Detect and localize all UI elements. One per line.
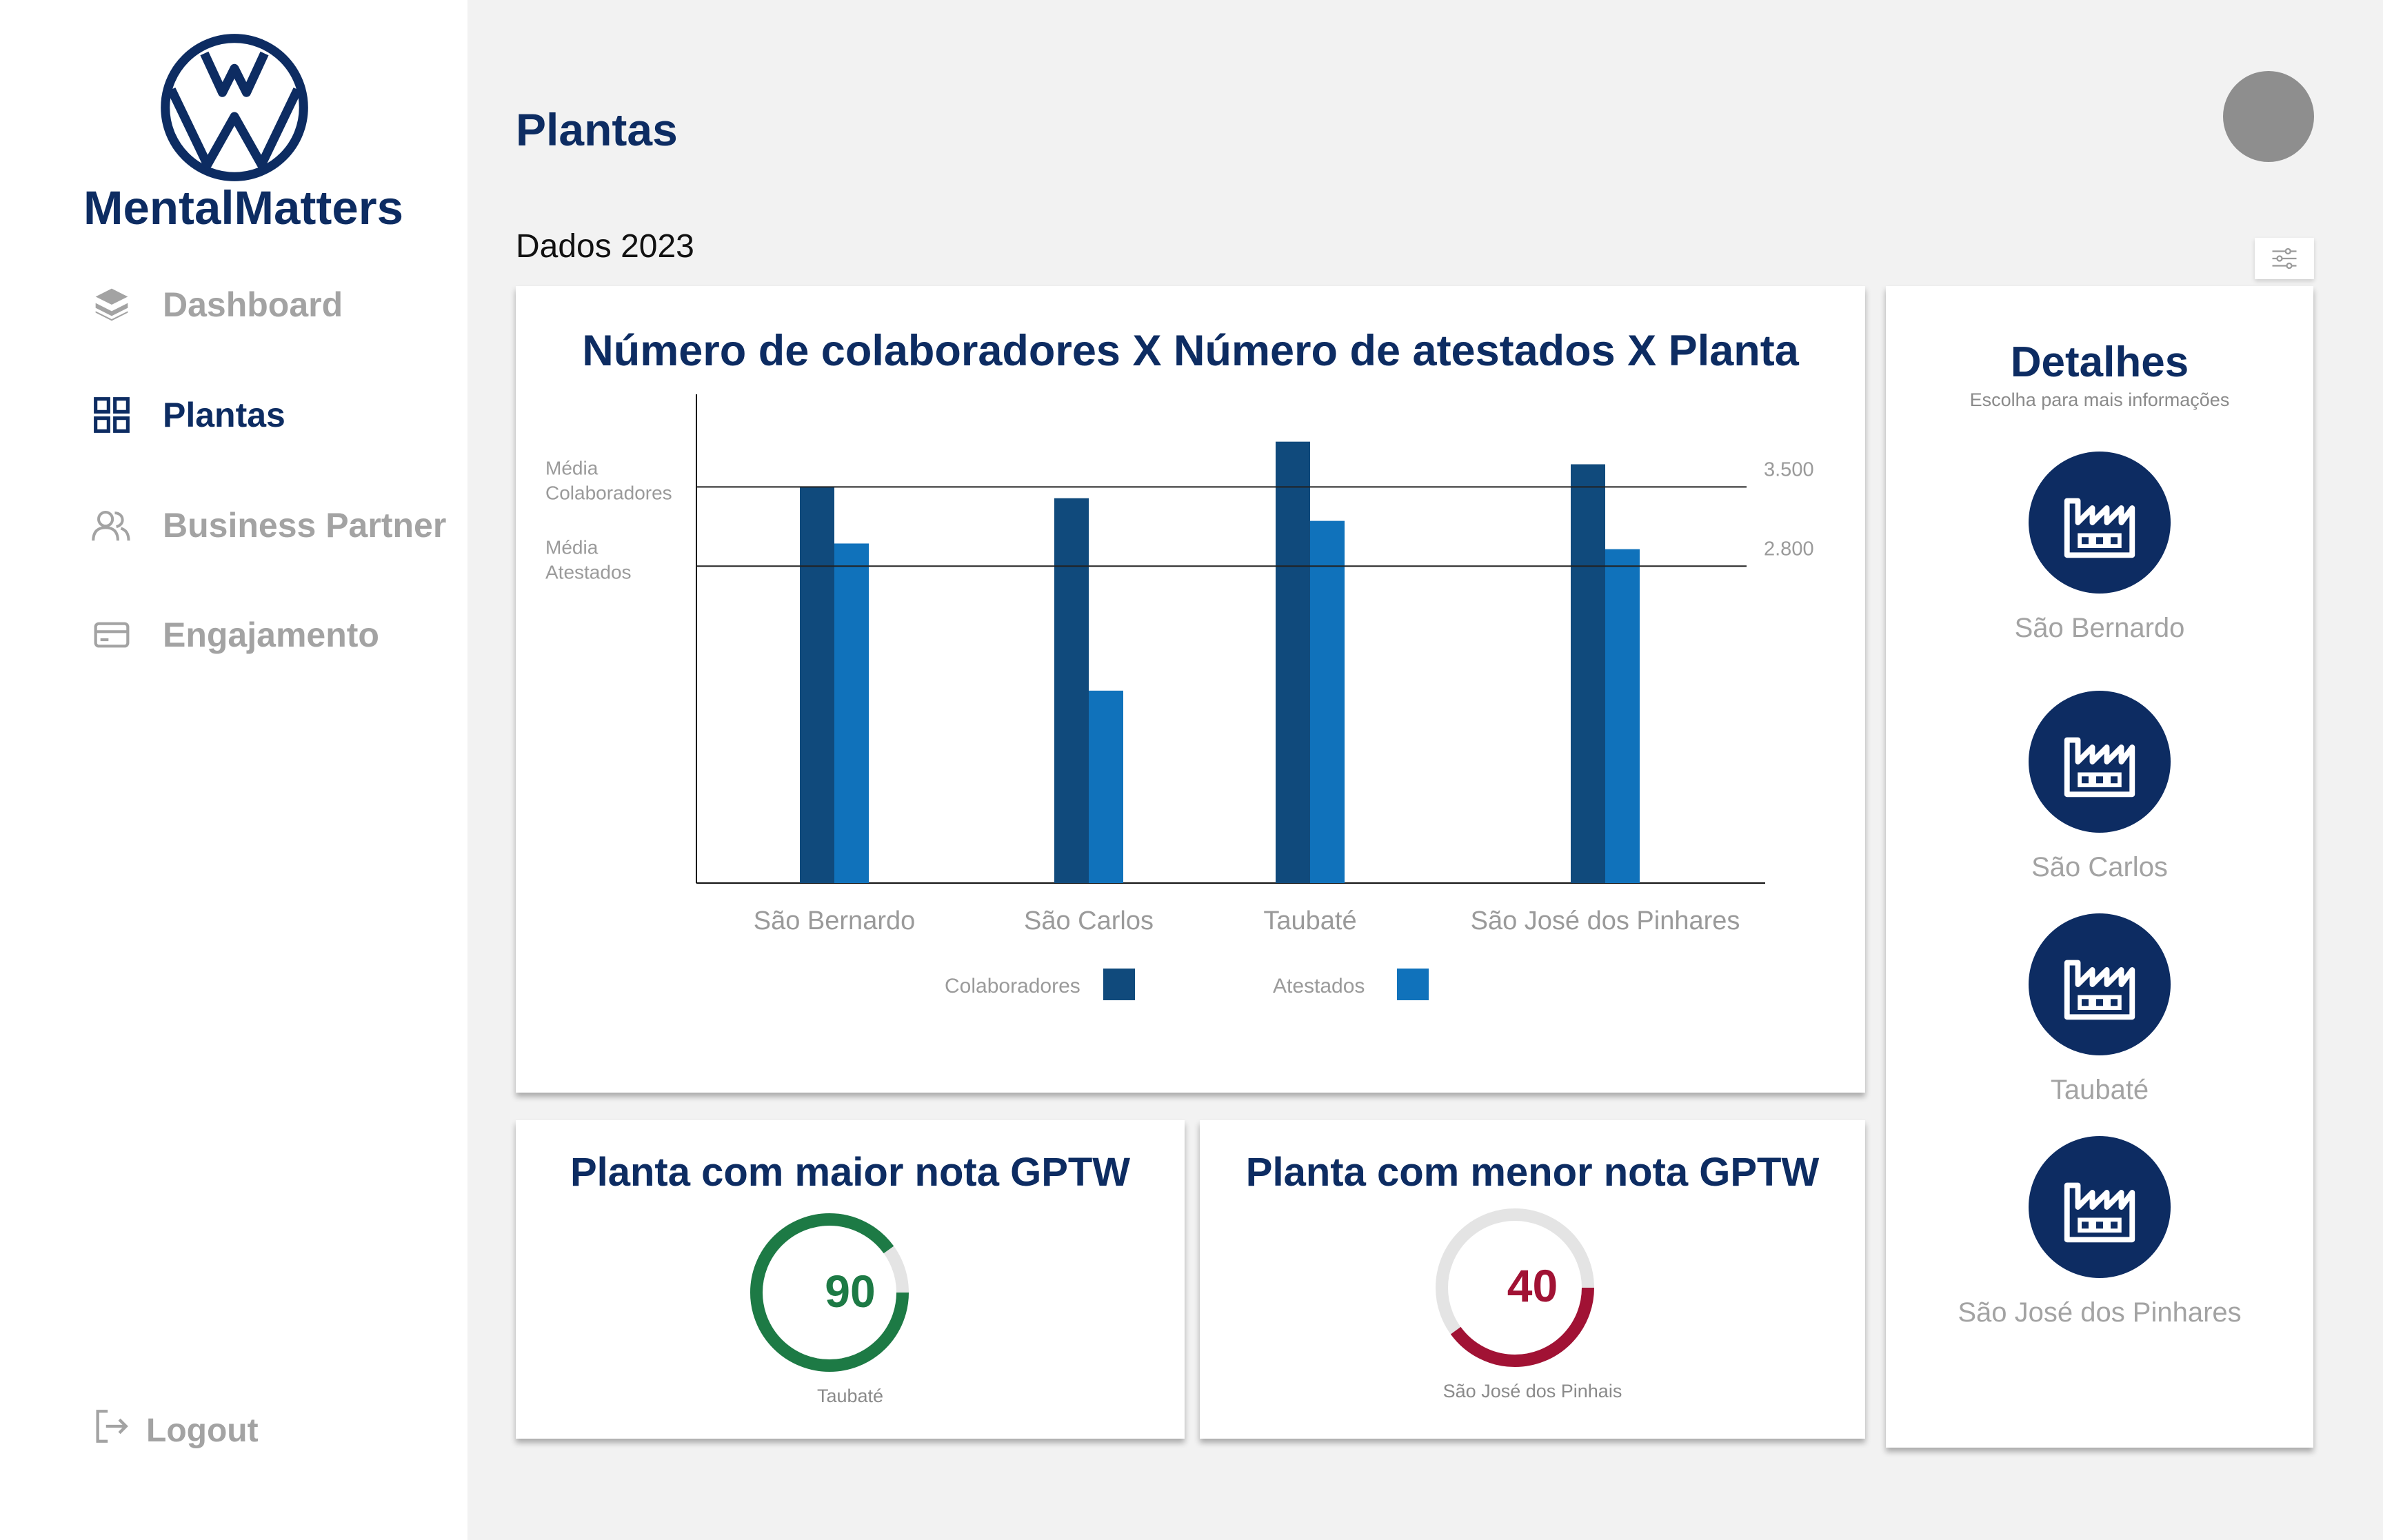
bar-atestados[interactable] (1605, 549, 1640, 883)
details-card: Detalhes Escolha para mais informações S… (1886, 286, 2313, 1448)
factory-icon (2029, 913, 2171, 1055)
factory-glyph (2064, 498, 2135, 558)
app-name: MentalMatters (83, 181, 403, 234)
bar-atestados[interactable] (1310, 520, 1345, 883)
sidebar-item-label: Business Partner (163, 506, 447, 545)
plant-name: Taubaté (2050, 1075, 2149, 1105)
filter-button[interactable] (2255, 238, 2314, 279)
gptw-best-card: Planta com maior nota GPTW 90 Taubaté (516, 1120, 1185, 1439)
gptw-worst-plant: São José dos Pinhais (1442, 1381, 1622, 1401)
bar-atestados[interactable] (1089, 690, 1123, 883)
gptw-best-value: 90 (825, 1266, 876, 1317)
card-icon (91, 614, 132, 656)
gptw-worst-card: Planta com menor nota GPTW 40 São José d… (1200, 1120, 1865, 1439)
x-tick-label: São Bernardo (754, 906, 916, 935)
details-title: Detalhes (2010, 338, 2189, 386)
reference-line-label: Atestados (545, 561, 632, 582)
avatar[interactable] (2223, 71, 2314, 162)
vw-logo[interactable] (159, 32, 310, 183)
reference-line-value: 3.500 (1764, 458, 1814, 480)
factory-glyph (2064, 737, 2135, 798)
reference-line-value: 2.800 (1764, 538, 1814, 560)
bar-colaboradores[interactable] (800, 487, 834, 883)
logout-button[interactable]: Logout (91, 1406, 259, 1455)
sidebar-item-dashboard[interactable]: Dashboard (91, 274, 343, 336)
sidebar-item-business-partner[interactable]: Business Partner (91, 494, 446, 556)
bar-colaboradores[interactable] (1276, 441, 1310, 883)
sidebar-item-engajamento[interactable]: Engajamento (91, 604, 379, 666)
gptw-best-plant: Taubaté (816, 1386, 884, 1406)
sidebar-item-plantas[interactable]: Plantas (91, 384, 285, 446)
x-tick-label: São Carlos (1024, 906, 1154, 935)
gptw-worst-value: 40 (1507, 1260, 1558, 1311)
x-tick-label: São José dos Pinhares (1471, 906, 1740, 935)
factory-icon (2029, 452, 2171, 594)
legend-swatch (1103, 969, 1135, 1000)
filter-sliders-icon (2272, 247, 2297, 270)
gptw-best-title: Planta com maior nota GPTW (570, 1150, 1131, 1195)
sidebar-item-label: Dashboard (163, 285, 343, 324)
page-title: Plantas (516, 104, 678, 155)
legend-label: Colaboradores (945, 975, 1080, 997)
factory-glyph (2064, 1182, 2135, 1243)
plant-name: São José dos Pinhares (1958, 1297, 2242, 1328)
logout-label: Logout (146, 1412, 259, 1449)
plant-name: São Bernardo (2014, 613, 2185, 643)
data-year-label: Dados 2023 (516, 228, 694, 265)
reference-line-label: Colaboradores (545, 482, 672, 503)
plant-name: São Carlos (2031, 852, 2168, 882)
bar-colaboradores[interactable] (1054, 498, 1089, 883)
layers-icon (91, 284, 132, 325)
x-tick-label: Taubaté (1263, 906, 1356, 935)
logout-icon (91, 1406, 131, 1455)
chart-card: Número de colaboradores X Número de ates… (516, 286, 1865, 1093)
details-subtitle: Escolha para mais informações (1969, 389, 2230, 410)
factory-icon (2029, 1136, 2171, 1278)
legend-label: Atestados (1273, 975, 1365, 997)
grid-icon (91, 394, 132, 436)
sidebar: MentalMatters Dashboard Plantas Business… (0, 0, 467, 1540)
reference-line-label: Média (545, 457, 599, 478)
factory-icon (2029, 691, 2171, 833)
reference-line-label: Média (545, 536, 599, 558)
sidebar-item-label: Plantas (163, 396, 285, 434)
users-icon (91, 505, 132, 546)
gptw-worst-title: Planta com menor nota GPTW (1245, 1150, 1820, 1195)
factory-glyph (2064, 960, 2135, 1020)
legend-swatch (1397, 969, 1429, 1000)
bar-colaboradores[interactable] (1571, 464, 1605, 883)
bar-atestados[interactable] (834, 543, 869, 883)
sidebar-item-label: Engajamento (163, 616, 379, 654)
bar-chart: São Bernardo São Carlos Taubaté São José do… (545, 394, 1814, 1000)
